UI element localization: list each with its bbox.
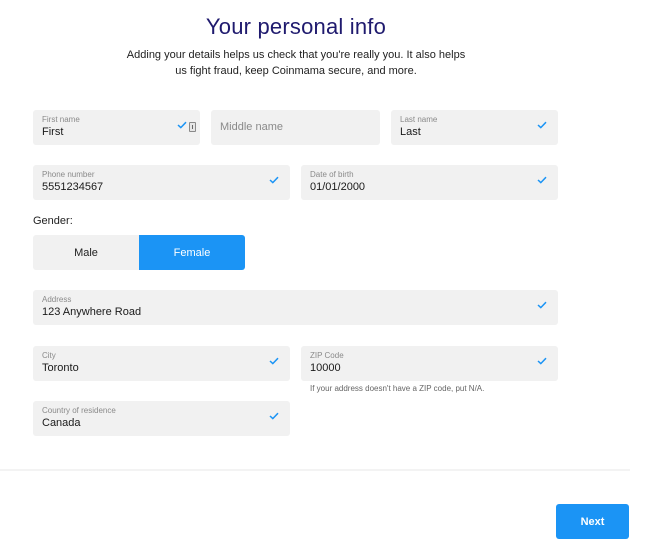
- check-icon: [537, 301, 549, 311]
- phone-value: 5551234567: [42, 181, 104, 193]
- last-name-field[interactable]: Last name Last: [391, 110, 558, 145]
- phone-field[interactable]: Phone number 5551234567: [33, 165, 290, 200]
- check-icon: [537, 357, 549, 367]
- first-name-value: First: [42, 126, 64, 138]
- dob-value: 01/01/2000: [310, 181, 366, 193]
- page-subtitle: Adding your details helps us check that …: [126, 49, 466, 77]
- phone-label: Phone number: [42, 170, 95, 179]
- zip-field[interactable]: ZIP Code 10000: [301, 346, 558, 381]
- check-icon: [537, 176, 549, 186]
- last-name-value: Last: [400, 126, 421, 138]
- check-icon: [269, 412, 281, 422]
- gender-male-option[interactable]: Male: [33, 235, 139, 270]
- zip-hint: If your address doesn't have a ZIP code,…: [310, 384, 485, 393]
- middle-name-placeholder: Middle name: [220, 121, 283, 133]
- address-label: Address: [42, 295, 72, 304]
- first-name-label: First name: [42, 115, 80, 124]
- zip-value: 10000: [310, 362, 341, 374]
- address-field[interactable]: Address 123 Anywhere Road: [33, 290, 558, 325]
- last-name-label: Last name: [400, 115, 438, 124]
- city-value: Toronto: [42, 362, 79, 374]
- middle-name-field[interactable]: Middle name: [211, 110, 380, 145]
- check-icon: [177, 121, 189, 131]
- city-field[interactable]: City Toronto: [33, 346, 290, 381]
- city-label: City: [42, 351, 56, 360]
- country-field[interactable]: Country of residence Canada: [33, 401, 290, 436]
- check-icon: [537, 121, 549, 131]
- check-icon: [269, 176, 281, 186]
- zip-label: ZIP Code: [310, 351, 344, 360]
- country-label: Country of residence: [42, 406, 116, 415]
- address-value: 123 Anywhere Road: [42, 306, 142, 318]
- first-name-field[interactable]: First name First: [33, 110, 200, 145]
- autofill-icon[interactable]: [189, 122, 196, 132]
- dob-label: Date of birth: [310, 170, 354, 179]
- next-button[interactable]: Next: [556, 504, 629, 539]
- page-title: Your personal info: [205, 14, 387, 39]
- dob-field[interactable]: Date of birth 01/01/2000: [301, 165, 558, 200]
- country-value: Canada: [42, 417, 81, 429]
- gender-female-option[interactable]: Female: [139, 235, 245, 270]
- check-icon: [269, 357, 281, 367]
- gender-label: Gender:: [33, 215, 73, 227]
- footer-divider: [0, 469, 630, 471]
